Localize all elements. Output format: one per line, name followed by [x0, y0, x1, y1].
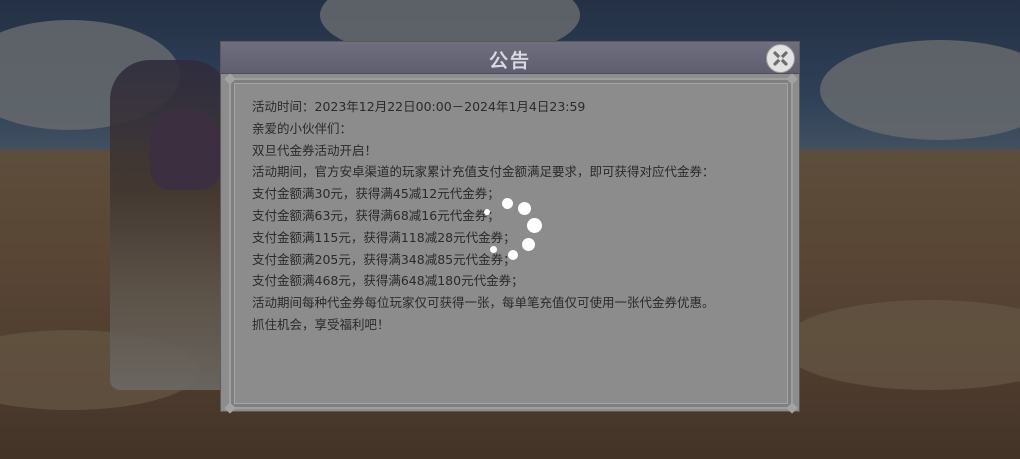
close-icon: [773, 51, 788, 66]
closing-line: 抓住机会，享受福利吧！: [252, 316, 390, 332]
spinner-dot: [527, 218, 542, 233]
spinner-dot: [508, 250, 518, 260]
dialog-title: 公告: [488, 50, 531, 72]
loading-spinner-icon: [478, 194, 548, 264]
close-button[interactable]: [766, 44, 795, 73]
spinner-dot: [502, 198, 513, 209]
frame-corner-ornament: [224, 73, 236, 85]
event-time: 活动时间：2023年12月22日00:00－2024年1月4日23:59: [252, 99, 586, 114]
spinner-dot: [484, 209, 490, 215]
event-description: 活动期间，官方安卓渠道的玩家累计充值支付金额满足要求，即可获得对应代金券：: [252, 164, 715, 180]
frame-corner-ornament: [786, 73, 798, 85]
usage-rule: 活动期间每种代金券每位玩家仅可获得一张，每单笔充值仅可使用一张代金券优惠。: [252, 295, 715, 311]
reward-tier: 支付金额满468元，获得满648减180元代金券；: [252, 273, 524, 289]
greeting: 亲爱的小伙伴们：: [252, 120, 353, 136]
spinner-dot: [490, 246, 497, 253]
spinner-dot: [522, 238, 535, 251]
dialog-header: 公告: [221, 42, 799, 74]
event-start-line: 双旦代金券活动开启！: [252, 142, 378, 158]
spinner-dot: [518, 202, 531, 215]
